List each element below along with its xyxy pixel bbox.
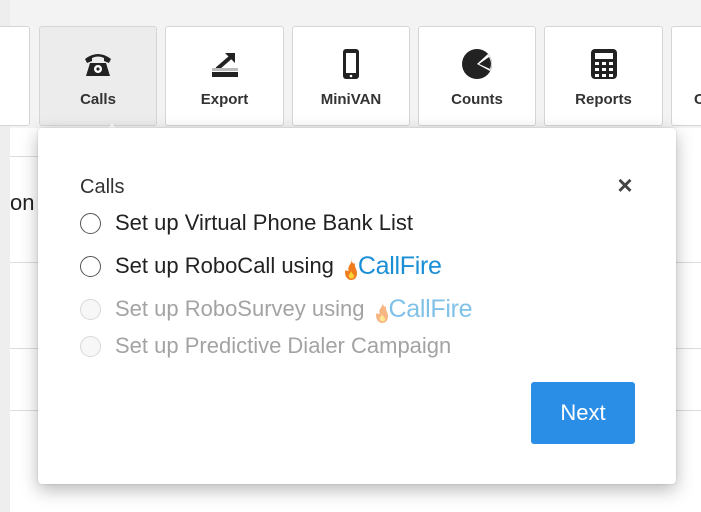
toolbar-button-label: Reports xyxy=(575,91,632,108)
option-label: Set up Predictive Dialer Campaign xyxy=(115,333,452,358)
toolbar-button-export[interactable]: Export xyxy=(165,26,284,126)
popover-title: Calls xyxy=(80,176,125,198)
toolbar-button-label: Export xyxy=(200,91,249,108)
toolbar-button-reports[interactable]: Reports xyxy=(544,26,663,126)
calls-popover: Calls × Set up Virtual Phone Bank List S… xyxy=(38,128,676,484)
toolbar-button-partial-right[interactable]: C xyxy=(671,26,701,126)
callfire-logo: CallFire xyxy=(344,252,442,281)
toolbar-button-label: MiniVAN xyxy=(320,91,382,108)
option-virtual-phone-bank[interactable]: Set up Virtual Phone Bank List xyxy=(80,208,413,238)
toolbar-button-calls[interactable]: Calls xyxy=(39,26,157,126)
toolbar-button-label: Counts xyxy=(451,91,503,108)
toolbar-button-label: Calls xyxy=(80,91,116,108)
option-robosurvey: Set up RoboSurvey using CallFire xyxy=(80,294,473,324)
toolbar-button-label: C xyxy=(694,91,701,108)
flame-icon xyxy=(375,300,388,323)
export-icon xyxy=(166,47,283,81)
option-label: Set up Virtual Phone Bank List xyxy=(115,210,414,235)
option-label: Set up RoboCall using xyxy=(115,253,334,278)
close-icon[interactable]: × xyxy=(612,172,638,198)
radio-button xyxy=(80,298,101,320)
radio-button[interactable] xyxy=(80,212,101,234)
divider xyxy=(10,156,38,157)
option-label: Set up RoboSurvey using xyxy=(115,296,365,321)
option-predictive-dialer: Set up Predictive Dialer Campaign xyxy=(80,331,451,361)
toolbar-button-partial-left[interactable] xyxy=(0,26,30,126)
toolbar-button-counts[interactable]: Counts xyxy=(418,26,536,126)
mobile-phone-icon xyxy=(293,47,409,81)
brand-name: CallFire xyxy=(357,251,442,280)
flame-icon xyxy=(344,257,357,280)
pie-chart-icon xyxy=(419,47,535,81)
telephone-icon xyxy=(40,47,156,81)
background-text: on xyxy=(10,190,35,215)
toolbar-button-minivan[interactable]: MiniVAN xyxy=(292,26,410,126)
brand-name: CallFire xyxy=(388,294,473,323)
radio-button[interactable] xyxy=(80,255,101,277)
calculator-icon xyxy=(545,47,662,81)
next-button[interactable]: Next xyxy=(531,382,635,444)
callfire-logo: CallFire xyxy=(375,295,473,324)
option-robocall[interactable]: Set up RoboCall using CallFire xyxy=(80,251,442,281)
radio-button xyxy=(80,335,101,357)
